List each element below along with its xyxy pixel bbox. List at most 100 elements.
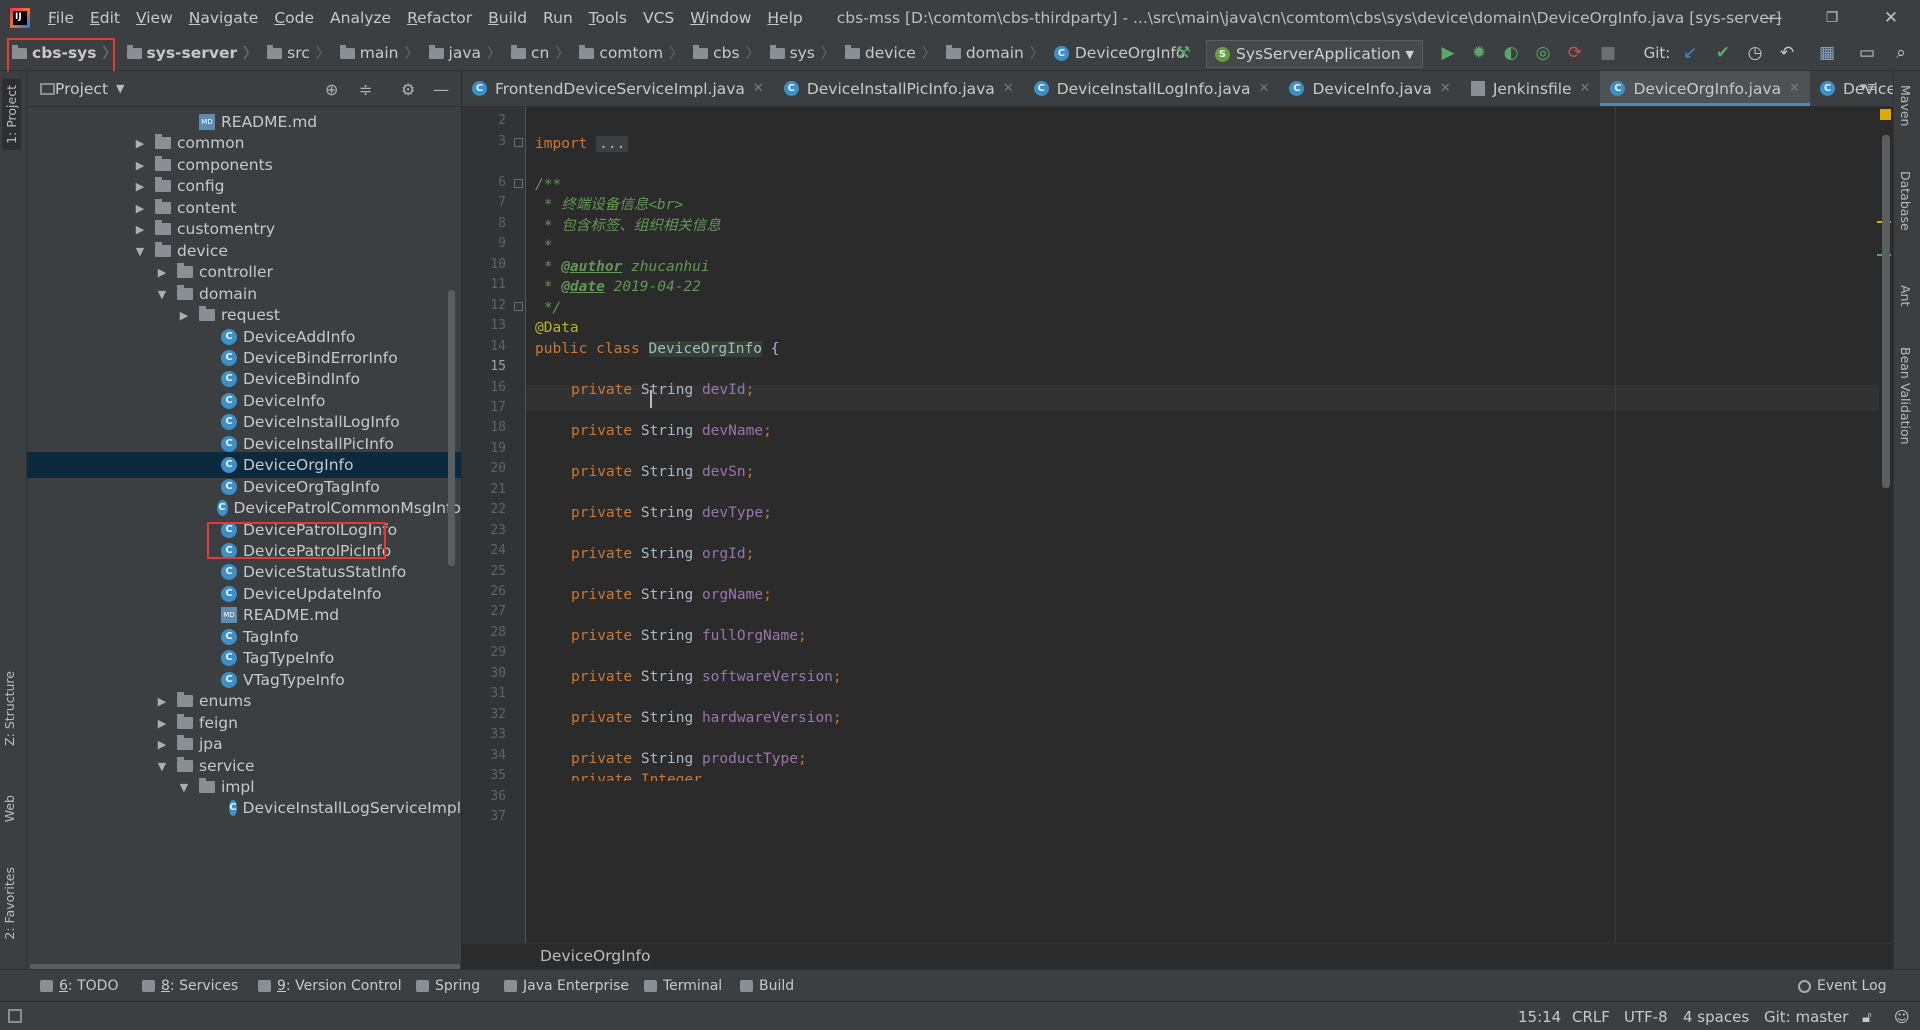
inspector-icon[interactable]: ☺︎ [1894,1008,1910,1026]
tool-window-versioncontrol[interactable]: 9: Version Control [258,978,402,994]
tree-item-deviceinstalllogserviceimpl[interactable]: C DeviceInstallLogServiceImpl [27,795,461,821]
menu-edit[interactable]: Edit [82,0,128,36]
collapsed-arrow-icon[interactable]: ▶ [155,738,169,751]
editor-tab-deviceorginfo-java[interactable]: C DeviceOrgInfo.java ✕ [1600,71,1810,106]
menu-window[interactable]: Window [682,0,759,36]
code-editor[interactable]: import ... /** * 终端设备信息<br> * 包含标签、组织相关信… [527,107,1879,943]
tool-window-javaenterprise[interactable]: Java Enterprise [504,978,629,994]
breadcrumb-item-sys[interactable]: sys 〉 [762,43,837,63]
menu-run[interactable]: Run [535,0,581,36]
breadcrumb-item-main[interactable]: main 〉 [332,43,421,63]
coverage-icon[interactable]: ◐ [1500,42,1522,64]
tab-favorites-tool[interactable]: 2: Favorites [2,867,17,940]
close-tab-icon[interactable]: ✕ [1440,81,1451,96]
collapsed-arrow-icon[interactable]: ▶ [133,202,147,215]
debug-icon[interactable]: ✹ [1468,42,1490,64]
close-tab-icon[interactable]: ✕ [753,81,764,96]
rerun-icon[interactable]: ⟳ [1564,42,1586,64]
file-encoding[interactable]: UTF-8 [1624,1008,1668,1026]
breadcrumb-item-deviceorginfo[interactable]: C DeviceOrgInfo [1046,44,1187,62]
close-tab-icon[interactable]: ✕ [1789,81,1800,96]
editor-tab-deviceinstallpicinfo-java[interactable]: C DeviceInstallPicInfo.java ✕ [774,71,1024,106]
hide-panel-icon[interactable]: — [433,80,449,99]
folded-imports[interactable]: ... [596,136,629,152]
breadcrumb-item-cn[interactable]: cn 〉 [503,43,571,63]
fold-marker-icon[interactable] [514,179,523,188]
collapsed-arrow-icon[interactable]: ▶ [155,266,169,279]
close-tab-icon[interactable]: ✕ [1259,81,1270,96]
git-rollback-icon[interactable]: ↶ [1776,42,1798,64]
menu-analyze[interactable]: Analyze [322,0,399,36]
tab-maven-tool[interactable]: Maven [1898,85,1913,126]
collapsed-arrow-icon[interactable]: ▶ [133,180,147,193]
breadcrumb-item-src[interactable]: src 〉 [259,43,332,63]
collapsed-arrow-icon[interactable]: ▶ [133,159,147,172]
presentation-icon[interactable]: ▭ [1856,42,1878,64]
menu-build[interactable]: Build [480,0,535,36]
tabs-overflow-icon[interactable]: ▾≡ [1860,80,1877,95]
event-log-button[interactable]: Event Log [1798,978,1887,994]
editor-tab-deviceorg[interactable]: CDeviceOrg [1810,71,1893,106]
tab-web-tool[interactable]: Web [2,795,17,822]
tool-window-build[interactable]: Build [740,978,794,994]
tab-structure-tool[interactable]: Z: Structure [2,671,17,746]
collapsed-arrow-icon[interactable]: ▶ [155,695,169,708]
close-tab-icon[interactable]: ✕ [1003,81,1014,96]
git-update-icon[interactable]: ↙ [1679,42,1701,64]
indent-setting[interactable]: 4 spaces [1683,1008,1749,1026]
tool-window-spring[interactable]: Spring [416,978,480,994]
toggle-tool-windows-icon[interactable] [8,1009,22,1023]
collapsed-arrow-icon[interactable]: ▶ [133,137,147,150]
run-configuration-select[interactable]: S SysServerApplication ▼ [1206,40,1423,68]
expanded-arrow-icon[interactable]: ▼ [155,288,169,301]
collapsed-arrow-icon[interactable]: ▶ [133,223,147,236]
menu-vcs[interactable]: VCS [635,0,682,36]
git-branch[interactable]: Git: master [1764,1008,1848,1026]
caret-position[interactable]: 15:14 [1518,1008,1561,1026]
editor-tab-jenkinsfile[interactable]: Jenkinsfile ✕ [1461,71,1601,106]
editor-breadcrumb-item[interactable]: DeviceOrgInfo [540,947,650,965]
line-separator[interactable]: CRLF [1572,1008,1610,1026]
run-icon[interactable]: ▶ [1437,42,1459,64]
breadcrumb-item-java[interactable]: java 〉 [421,43,503,63]
editor-tab-deviceinfo-java[interactable]: C DeviceInfo.java ✕ [1279,71,1460,106]
fold-marker-icon[interactable] [514,302,523,311]
expanded-arrow-icon[interactable]: ▼ [177,781,191,794]
expanded-arrow-icon[interactable]: ▼ [133,245,147,258]
breadcrumb-item-comtom[interactable]: comtom 〉 [571,43,685,63]
menu-refactor[interactable]: Refactor [399,0,480,36]
minimize-button[interactable]: — [1745,0,1803,36]
build-hammer-icon[interactable]: ⚒ [1172,42,1194,64]
expanded-arrow-icon[interactable]: ▼ [155,760,169,773]
collapsed-arrow-icon[interactable]: ▶ [177,309,191,322]
editor-vertical-scrollbar[interactable] [1882,135,1890,488]
breadcrumb-item-cbs[interactable]: cbs 〉 [685,43,761,63]
tab-ant-tool[interactable]: Ant [1898,285,1913,306]
tab-bean-validation-tool[interactable]: Bean Validation [1898,347,1913,445]
project-panel-title[interactable]: Project [55,80,108,98]
tree-vertical-scrollbar[interactable] [448,290,455,566]
menu-file[interactable]: File [40,0,82,36]
lock-icon[interactable]: 🔓︎ [1862,1008,1872,1026]
collapse-all-icon[interactable]: ≑ [359,80,372,99]
warning-marker-icon[interactable] [1880,109,1891,120]
fold-marker-icon[interactable] [514,138,523,147]
editor-tab-deviceinstallloginfo-java[interactable]: C DeviceInstallLogInfo.java ✕ [1024,71,1280,106]
menu-navigate[interactable]: Navigate [181,0,267,36]
git-commit-icon[interactable]: ✔ [1712,42,1734,64]
editor-tab-frontenddeviceserviceimpl-java[interactable]: C FrontendDeviceServiceImpl.java ✕ [462,71,774,106]
project-structure-icon[interactable]: ▦ [1816,42,1838,64]
stop-icon[interactable]: ■ [1597,42,1619,64]
close-tab-icon[interactable]: ✕ [1580,81,1591,96]
breadcrumb-item-domain[interactable]: domain 〉 [938,43,1046,63]
gear-icon[interactable]: ⚙ [401,80,415,99]
tool-window-todo[interactable]: 6: TODO [40,978,118,994]
collapsed-arrow-icon[interactable]: ▶ [155,717,169,730]
close-button[interactable]: ✕ [1862,0,1920,36]
restore-button[interactable]: ❐ [1803,0,1861,36]
menu-help[interactable]: Help [759,0,810,36]
chevron-down-icon[interactable]: ▼ [116,82,124,95]
tab-project-tool[interactable]: 1: Project [2,79,21,150]
tool-window-terminal[interactable]: Terminal [644,978,722,994]
profile-icon[interactable]: ◎ [1532,42,1554,64]
